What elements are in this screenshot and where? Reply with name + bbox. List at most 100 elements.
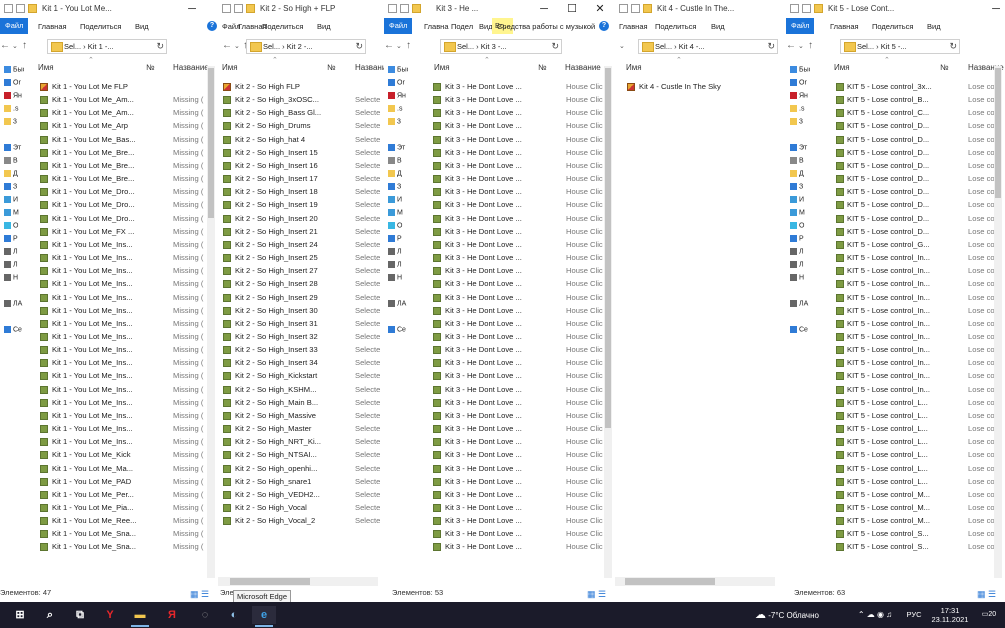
- vertical-scrollbar[interactable]: [994, 66, 1002, 578]
- column-header-number[interactable]: №: [940, 63, 949, 75]
- ribbon-tab[interactable]: Вид: [927, 22, 941, 31]
- document-icon[interactable]: [222, 4, 231, 13]
- file-row[interactable]: KIT 5 - Lose control_L... Lose con: [786, 463, 1005, 476]
- file-row[interactable]: Kit 1 - You Lot Me_Per... Missing (: [0, 489, 218, 502]
- file-row[interactable]: Kit 3 - He Dont Love ... House Clic: [384, 423, 615, 436]
- file-row[interactable]: Kit 1 - You Lot Me_Arp Missing (: [0, 120, 218, 133]
- file-row[interactable]: Kit 3 - He Dont Love ... House Clic: [384, 489, 615, 502]
- ribbon-tab[interactable]: Вид: [479, 22, 493, 31]
- scrollbar-thumb[interactable]: [208, 68, 214, 218]
- file-row[interactable]: Kit 2 - So High_Insert 29 Selecte: [218, 292, 384, 305]
- document-icon[interactable]: [388, 4, 397, 13]
- folder-icon[interactable]: [814, 4, 823, 13]
- file-row[interactable]: Kit 3 - He Dont Love ... House Clic: [384, 397, 615, 410]
- yandex-browser-button[interactable]: Y: [98, 606, 122, 624]
- checkbox-icon[interactable]: [631, 4, 640, 13]
- file-row[interactable]: Kit 2 - So High FLP: [218, 81, 384, 94]
- weather-widget[interactable]: ☁ -7°C Облачно: [755, 606, 845, 624]
- file-row[interactable]: KIT 5 - Lose control_D... Lose con: [786, 199, 1005, 212]
- file-row[interactable]: KIT 5 - Lose control_D... Lose con: [786, 226, 1005, 239]
- file-row[interactable]: Kit 1 - You Lot Me_Dro... Missing (: [0, 213, 218, 226]
- view-toggle-icons[interactable]: ▦ ☰: [190, 589, 209, 600]
- file-row[interactable]: Kit 3 - He Dont Love ... House Clic: [384, 239, 615, 252]
- back-arrow-icon[interactable]: ←: [786, 40, 796, 51]
- title-bar[interactable]: Kit 1 - You Lot Me... ─: [0, 0, 218, 18]
- file-row[interactable]: Kit 2 - So High_Insert 24 Selecte: [218, 239, 384, 252]
- file-row[interactable]: Kit 4 - Custle In The Sky: [615, 81, 786, 94]
- file-row[interactable]: Kit 3 - He Dont Love ... House Clic: [384, 436, 615, 449]
- file-row[interactable]: Kit 1 - You Lot Me FLP: [0, 81, 218, 94]
- up-arrow-icon[interactable]: ↑: [22, 40, 27, 51]
- file-row[interactable]: Kit 3 - He Dont Love ... House Clic: [384, 94, 615, 107]
- file-row[interactable]: Kit 1 - You Lot Me_Bre... Missing (: [0, 173, 218, 186]
- address-path[interactable]: Sel... › Kit 5 -... ↻: [840, 39, 960, 54]
- ribbon-tab[interactable]: Поделиться: [80, 22, 121, 31]
- file-row[interactable]: Kit 2 - So High_Insert 30 Selecte: [218, 305, 384, 318]
- title-bar[interactable]: Kit 2 - So High + FLP: [218, 0, 384, 18]
- yandex-button[interactable]: Я: [160, 606, 184, 624]
- file-row[interactable]: Kit 2 - So High_Insert 32 Selecte: [218, 331, 384, 344]
- file-row[interactable]: Kit 3 - He Dont Love ... House Clic: [384, 252, 615, 265]
- file-row[interactable]: Kit 3 - He Dont Love ... House Clic: [384, 292, 615, 305]
- file-row[interactable]: KIT 5 - Lose control_S... Lose con: [786, 528, 1005, 541]
- file-row[interactable]: Kit 3 - He Dont Love ... House Clic: [384, 318, 615, 331]
- file-row[interactable]: KIT 5 - Lose control_B... Lose con: [786, 94, 1005, 107]
- file-row[interactable]: Kit 1 - You Lot Me_Dro... Missing (: [0, 186, 218, 199]
- file-row[interactable]: Kit 2 - So High_Insert 18 Selecte: [218, 186, 384, 199]
- cortana-button[interactable]: ◌: [193, 606, 217, 624]
- file-row[interactable]: Kit 1 - You Lot Me_FX ... Missing (: [0, 226, 218, 239]
- file-row[interactable]: Kit 3 - He Dont Love ... House Clic: [384, 449, 615, 462]
- chevron-down-icon[interactable]: ⌄: [619, 42, 625, 50]
- minimize-button[interactable]: ─: [536, 2, 552, 16]
- folder-icon[interactable]: [412, 4, 421, 13]
- column-header-title[interactable]: Название: [565, 63, 601, 75]
- file-row[interactable]: Kit 2 - So High_Insert 19 Selecte: [218, 199, 384, 212]
- file-row[interactable]: Kit 3 - He Dont Love ... House Clic: [384, 186, 615, 199]
- file-row[interactable]: KIT 5 - Lose control_D... Lose con: [786, 134, 1005, 147]
- file-row[interactable]: Kit 2 - So High_openhi... Selecte: [218, 463, 384, 476]
- file-row[interactable]: Kit 3 - He Dont Love ... House Clic: [384, 173, 615, 186]
- file-row[interactable]: Kit 1 - You Lot Me_Bre... Missing (: [0, 160, 218, 173]
- scrollbar-thumb[interactable]: [605, 68, 611, 428]
- file-row[interactable]: KIT 5 - Lose control_S... Lose con: [786, 541, 1005, 554]
- file-row[interactable]: Kit 2 - So High_Insert 15 Selecte: [218, 147, 384, 160]
- ribbon-tab[interactable]: Вид: [711, 22, 725, 31]
- file-row[interactable]: Kit 3 - He Dont Love ... House Clic: [384, 357, 615, 370]
- ribbon-tab[interactable]: Вид: [317, 22, 331, 31]
- file-row[interactable]: Kit 3 - He Dont Love ... House Clic: [384, 541, 615, 554]
- file-row[interactable]: Kit 2 - So High_3xOSC... Selecte: [218, 94, 384, 107]
- file-row[interactable]: Kit 1 - You Lot Me_Kick Missing (: [0, 449, 218, 462]
- file-row[interactable]: Kit 2 - So High_NRT_Ki... Selecte: [218, 436, 384, 449]
- file-row[interactable]: Kit 3 - He Dont Love ... House Clic: [384, 305, 615, 318]
- chevron-down-icon[interactable]: ⌄: [234, 42, 240, 50]
- file-row[interactable]: KIT 5 - Lose control_D... Lose con: [786, 186, 1005, 199]
- file-row[interactable]: KIT 5 - Lose control_L... Lose con: [786, 476, 1005, 489]
- file-row[interactable]: Kit 3 - He Dont Love ... House Clic: [384, 502, 615, 515]
- file-row[interactable]: KIT 5 - Lose control_In... Lose con: [786, 305, 1005, 318]
- scrollbar-thumb[interactable]: [230, 578, 310, 585]
- help-icon[interactable]: ?: [599, 21, 609, 31]
- file-row[interactable]: Kit 3 - He Dont Love ... House Clic: [384, 134, 615, 147]
- ribbon-tab[interactable]: Вид: [135, 22, 149, 31]
- file-row[interactable]: Kit 1 - You Lot Me_Ins... Missing (: [0, 252, 218, 265]
- file-row[interactable]: KIT 5 - Lose control_In... Lose con: [786, 278, 1005, 291]
- file-row[interactable]: Kit 1 - You Lot Me_Ins... Missing (: [0, 370, 218, 383]
- file-row[interactable]: Kit 1 - You Lot Me_Ins... Missing (: [0, 318, 218, 331]
- back-arrow-icon[interactable]: ←: [0, 40, 10, 51]
- file-row[interactable]: Kit 3 - He Dont Love ... House Clic: [384, 147, 615, 160]
- file-row[interactable]: KIT 5 - Lose control_In... Lose con: [786, 265, 1005, 278]
- file-row[interactable]: Kit 3 - He Dont Love ... House Clic: [384, 515, 615, 528]
- address-path[interactable]: Sel... › Kit 2 -... ↻: [246, 39, 366, 54]
- file-row[interactable]: Kit 2 - So High_Main B... Selecte: [218, 397, 384, 410]
- file-row[interactable]: Kit 1 - You Lot Me_Ins... Missing (: [0, 278, 218, 291]
- file-row[interactable]: Kit 3 - He Dont Love ... House Clic: [384, 120, 615, 133]
- file-row[interactable]: Kit 2 - So High_VEDH2... Selecte: [218, 489, 384, 502]
- file-row[interactable]: Kit 3 - He Dont Love ... House Clic: [384, 160, 615, 173]
- file-row[interactable]: Kit 1 - You Lot Me_Ins... Missing (: [0, 292, 218, 305]
- file-row[interactable]: Kit 2 - So High_Vocal Selecte: [218, 502, 384, 515]
- ribbon-tab[interactable]: Главна: [424, 22, 449, 31]
- document-icon[interactable]: [790, 4, 799, 13]
- column-header-number[interactable]: №: [327, 63, 336, 75]
- folder-icon[interactable]: [246, 4, 255, 13]
- file-row[interactable]: Kit 3 - He Dont Love ... House Clic: [384, 199, 615, 212]
